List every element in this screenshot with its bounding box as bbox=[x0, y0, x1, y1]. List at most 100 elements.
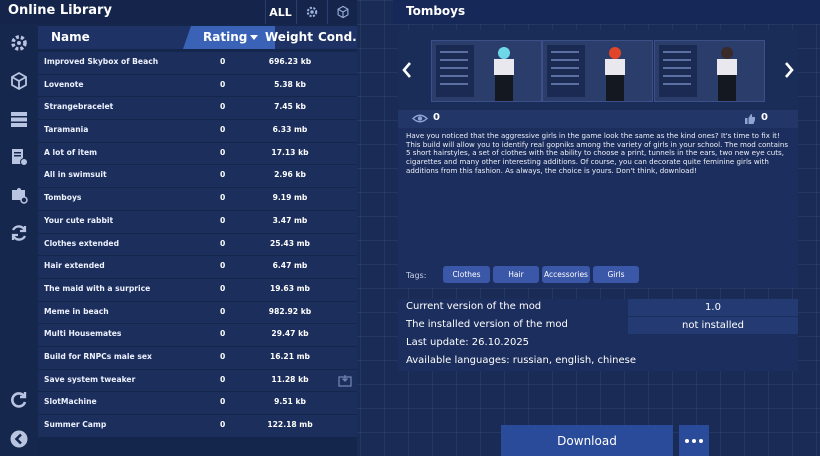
row-weight: 696.23 kb bbox=[268, 57, 312, 66]
filter-gear-button[interactable] bbox=[296, 0, 326, 24]
filter-cube-button[interactable] bbox=[327, 0, 357, 24]
mod-description: Have you noticed that the aggressive gir… bbox=[406, 131, 789, 175]
row-name: Improved Skybox of Beach bbox=[44, 57, 159, 66]
table-row[interactable]: Hair extended 0 6.47 mb bbox=[38, 256, 357, 279]
puzzle-gear-icon bbox=[12, 188, 28, 204]
installed-version-row: The installed version of the mod not ins… bbox=[398, 317, 798, 335]
mod-title: Tomboys bbox=[406, 4, 466, 18]
mod-stats-bar: 0 0 bbox=[398, 110, 798, 128]
row-name: Your cute rabbit bbox=[44, 215, 114, 225]
table-row[interactable]: Your cute rabbit 0 3.47 mb bbox=[38, 210, 357, 234]
current-version-value: 1.0 bbox=[628, 299, 798, 316]
list-button[interactable] bbox=[8, 108, 30, 130]
table-row[interactable]: Clothes extended 0 25.43 mb bbox=[38, 233, 357, 257]
table-row[interactable]: Summer Camp 0 122.18 mb bbox=[38, 415, 357, 438]
row-weight: 17.13 kb bbox=[271, 147, 309, 157]
column-name[interactable]: Name bbox=[51, 30, 90, 44]
tags-label: Tags: bbox=[406, 271, 427, 280]
gallery-thumbnail-3[interactable] bbox=[654, 40, 765, 102]
cube-icon bbox=[11, 71, 27, 91]
settings-button[interactable] bbox=[8, 32, 30, 54]
table-row[interactable]: Strangebracelet 0 7.45 kb bbox=[38, 97, 357, 121]
row-name: Save system tweaker bbox=[44, 374, 136, 384]
column-rating-label: Rating bbox=[203, 30, 248, 44]
sync-button[interactable] bbox=[8, 222, 30, 244]
gallery-thumbnail-1[interactable] bbox=[431, 40, 542, 102]
reload-button[interactable] bbox=[8, 389, 30, 411]
refresh-icon bbox=[11, 225, 27, 241]
gallery-prev-button[interactable] bbox=[401, 62, 413, 78]
row-rating: 0 bbox=[220, 215, 226, 225]
table-row[interactable]: Multi Housemates 0 29.47 kb bbox=[38, 324, 357, 347]
column-weight[interactable]: Weight bbox=[265, 30, 313, 44]
table-row[interactable]: A lot of item 0 17.13 kb bbox=[38, 142, 357, 166]
row-name: A lot of item bbox=[44, 147, 98, 157]
row-name: Taramania bbox=[44, 125, 89, 135]
row-rating: 0 bbox=[220, 125, 226, 135]
table-row[interactable]: Improved Skybox of Beach 0 696.23 kb bbox=[38, 52, 357, 75]
row-rating: 0 bbox=[220, 261, 226, 271]
row-weight: 6.47 mb bbox=[272, 261, 308, 271]
row-name: Clothes extended bbox=[44, 238, 119, 248]
gallery-next-button[interactable] bbox=[783, 62, 795, 78]
last-update-row: Last update: 26.10.2025 bbox=[398, 335, 798, 353]
thumbs-up-icon[interactable] bbox=[744, 113, 756, 125]
last-update-text: Last update: 26.10.2025 bbox=[406, 337, 530, 348]
table-row[interactable]: Taramania 0 6.33 mb bbox=[38, 120, 357, 143]
row-weight: 9.19 mb bbox=[272, 193, 308, 203]
installed-version-value: not installed bbox=[628, 317, 798, 334]
row-rating: 0 bbox=[220, 420, 226, 429]
table-header: Name Rating Weight Cond. bbox=[38, 26, 357, 49]
cube-icon bbox=[337, 5, 348, 19]
table-row[interactable]: Meme in beach 0 982.92 kb bbox=[38, 301, 357, 325]
table-row[interactable]: Build for RNPCs male sex 0 16.21 mb bbox=[38, 346, 357, 370]
row-weight: 19.63 mb bbox=[269, 283, 310, 293]
back-icon bbox=[10, 430, 28, 448]
document-settings-button[interactable] bbox=[8, 146, 30, 168]
screenshot-gallery bbox=[398, 30, 798, 110]
row-weight: 5.38 kb bbox=[274, 79, 306, 89]
table-row[interactable]: All in swimsuit 0 2.96 kb bbox=[38, 165, 357, 189]
row-weight: 2.96 kb bbox=[274, 170, 306, 180]
chevron-right-icon bbox=[785, 62, 794, 78]
tag-girls[interactable]: Girls bbox=[593, 266, 639, 283]
current-version-row: Current version of the mod 1.0 bbox=[398, 299, 798, 317]
sort-desc-icon bbox=[250, 35, 258, 40]
row-name: Hair extended bbox=[44, 261, 105, 271]
row-rating: 0 bbox=[220, 351, 226, 361]
row-rating: 0 bbox=[220, 306, 226, 316]
row-name: Strangebracelet bbox=[44, 102, 114, 112]
row-weight: 11.28 kb bbox=[271, 374, 309, 384]
languages-row: Available languages: russian, english, c… bbox=[398, 353, 798, 371]
row-weight: 7.45 kb bbox=[274, 102, 306, 112]
languages-text: Available languages: russian, english, c… bbox=[406, 355, 636, 366]
description-box: Have you noticed that the aggressive gir… bbox=[398, 128, 798, 288]
row-weight: 3.47 mb bbox=[272, 215, 308, 225]
row-weight: 29.47 kb bbox=[271, 329, 309, 339]
table-row[interactable]: SlotMachine 0 9.51 kb bbox=[38, 392, 357, 415]
library-title: Online Library bbox=[8, 3, 112, 18]
back-button[interactable] bbox=[8, 428, 30, 450]
table-row[interactable]: Lovenote 0 5.38 kb bbox=[38, 74, 357, 98]
column-condition[interactable]: Cond. bbox=[318, 30, 357, 44]
gallery-thumbnail-2[interactable] bbox=[542, 40, 653, 102]
table-row[interactable]: The maid with a surprice 0 19.63 mb bbox=[38, 278, 357, 302]
filter-all-button[interactable]: ALL bbox=[265, 0, 295, 24]
table-row[interactable]: Save system tweaker 0 11.28 kb bbox=[38, 369, 357, 393]
tag-clothes[interactable]: Clothes bbox=[443, 266, 490, 283]
more-options-button[interactable] bbox=[679, 425, 709, 456]
mod-header: Tomboys bbox=[393, 0, 820, 24]
row-rating: 0 bbox=[220, 147, 226, 157]
column-rating[interactable]: Rating bbox=[183, 26, 275, 49]
table-row[interactable]: Tomboys 0 9.19 mb bbox=[38, 188, 357, 211]
row-name: Tomboys bbox=[44, 193, 82, 203]
tag-hair[interactable]: Hair bbox=[493, 266, 539, 283]
packages-button[interactable] bbox=[8, 70, 30, 92]
chevron-left-icon bbox=[402, 62, 411, 78]
tag-accessories[interactable]: Accessories bbox=[542, 266, 590, 283]
mod-settings-button[interactable] bbox=[8, 184, 30, 206]
row-rating: 0 bbox=[220, 193, 226, 203]
download-button[interactable]: Download bbox=[501, 425, 673, 456]
row-rating: 0 bbox=[220, 57, 226, 66]
row-name: The maid with a surprice bbox=[44, 283, 151, 293]
